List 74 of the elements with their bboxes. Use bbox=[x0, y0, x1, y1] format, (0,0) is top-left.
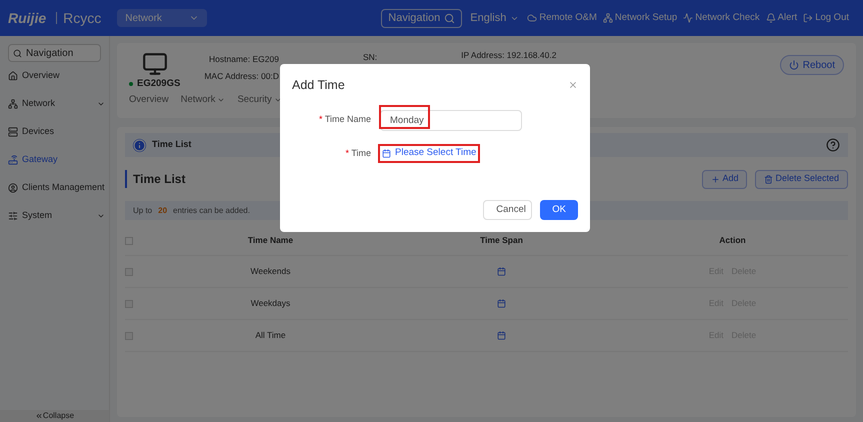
search-icon bbox=[13, 48, 22, 58]
router-icon bbox=[8, 155, 18, 165]
navigation-search[interactable]: Navigation bbox=[8, 44, 101, 62]
entry-limit: 20 bbox=[158, 204, 168, 216]
home-icon bbox=[8, 71, 18, 81]
header-link[interactable]: Network Setup bbox=[602, 10, 678, 26]
section-title: Time List bbox=[125, 170, 186, 188]
collapse-button[interactable]: Collapse bbox=[0, 410, 109, 422]
delete-selected-button[interactable]: Delete Selected bbox=[755, 170, 848, 188]
ip-address-text: IP Address: 192.168.40.2 bbox=[461, 49, 556, 62]
calendar-icon[interactable] bbox=[497, 267, 506, 276]
sliders-icon bbox=[8, 211, 18, 221]
notice-text: entries can be added. bbox=[173, 204, 250, 216]
info-icon bbox=[133, 138, 146, 152]
navigation-search[interactable]: Navigation bbox=[381, 8, 462, 28]
sn-text: SN: bbox=[362, 51, 378, 64]
search-icon bbox=[444, 12, 456, 24]
device-tab[interactable]: Security bbox=[237, 93, 282, 108]
header-link[interactable]: Remote O&M bbox=[527, 10, 597, 26]
highlight-box bbox=[379, 105, 430, 130]
reboot-button[interactable]: Reboot bbox=[780, 55, 844, 75]
column-header: Time Name bbox=[248, 234, 294, 247]
help-icon bbox=[826, 138, 840, 152]
checkbox[interactable] bbox=[125, 268, 133, 276]
power-icon bbox=[788, 60, 799, 70]
device-tab[interactable]: Overview bbox=[129, 93, 169, 108]
column-header: Time Span bbox=[480, 234, 523, 247]
user-icon bbox=[8, 183, 18, 193]
plus-icon bbox=[711, 174, 720, 184]
logout-icon bbox=[803, 13, 814, 23]
bell-icon bbox=[766, 13, 776, 23]
ok-button[interactable]: OK bbox=[540, 200, 578, 220]
checkbox[interactable] bbox=[125, 332, 133, 340]
header-link[interactable]: Network Check bbox=[683, 10, 760, 26]
field-label: * Time bbox=[344, 146, 372, 160]
pulse-icon bbox=[683, 13, 694, 23]
language-select[interactable]: English bbox=[470, 10, 520, 26]
close-icon[interactable] bbox=[568, 80, 578, 90]
hostname-text: Hostname: EG209 bbox=[209, 53, 279, 66]
notice-text: Up to bbox=[133, 204, 152, 216]
checkbox[interactable] bbox=[125, 300, 133, 308]
device-tab[interactable]: Network bbox=[180, 93, 226, 108]
logo: Ruijie bbox=[8, 8, 46, 28]
sidebar-item[interactable]: Clients Management bbox=[8, 174, 105, 202]
double-chevron-icon bbox=[34, 412, 43, 420]
network-icon bbox=[602, 13, 613, 23]
field-label: * Time Name bbox=[318, 112, 372, 126]
table-cell: Weekdays bbox=[250, 297, 290, 310]
sidebar-item[interactable]: Devices bbox=[8, 118, 105, 146]
server-icon bbox=[8, 127, 18, 137]
header-link[interactable]: Alert bbox=[766, 10, 798, 26]
sidebar-item[interactable]: Gateway bbox=[8, 146, 105, 174]
sidebar-item[interactable]: Overview bbox=[8, 62, 105, 90]
header-link[interactable]: Log Out bbox=[803, 10, 849, 26]
add-button[interactable]: Add bbox=[702, 170, 748, 188]
time-picker-link[interactable]: Please Select Time bbox=[378, 144, 480, 163]
cancel-button[interactable]: Cancel bbox=[483, 200, 532, 220]
device-model: EG209GS bbox=[129, 77, 180, 92]
info-title: Time List bbox=[152, 138, 192, 152]
mac-address-text: MAC Address: 00:D bbox=[204, 70, 279, 82]
sidebar-item[interactable]: System bbox=[8, 202, 105, 230]
brand-logo: Rcycc bbox=[63, 8, 102, 28]
network-icon bbox=[8, 99, 18, 109]
trash-icon bbox=[764, 174, 774, 184]
cloud-icon bbox=[527, 13, 538, 23]
sidebar-item[interactable]: Network bbox=[8, 90, 105, 118]
checkbox[interactable] bbox=[125, 236, 133, 244]
dialog-title: Add Time bbox=[292, 77, 345, 94]
table-cell: All Time bbox=[255, 329, 286, 342]
calendar-icon[interactable] bbox=[497, 299, 506, 308]
table-cell: Weekends bbox=[250, 265, 290, 278]
calendar-icon bbox=[382, 148, 391, 158]
column-header: Action bbox=[719, 234, 746, 247]
calendar-icon[interactable] bbox=[497, 331, 506, 340]
